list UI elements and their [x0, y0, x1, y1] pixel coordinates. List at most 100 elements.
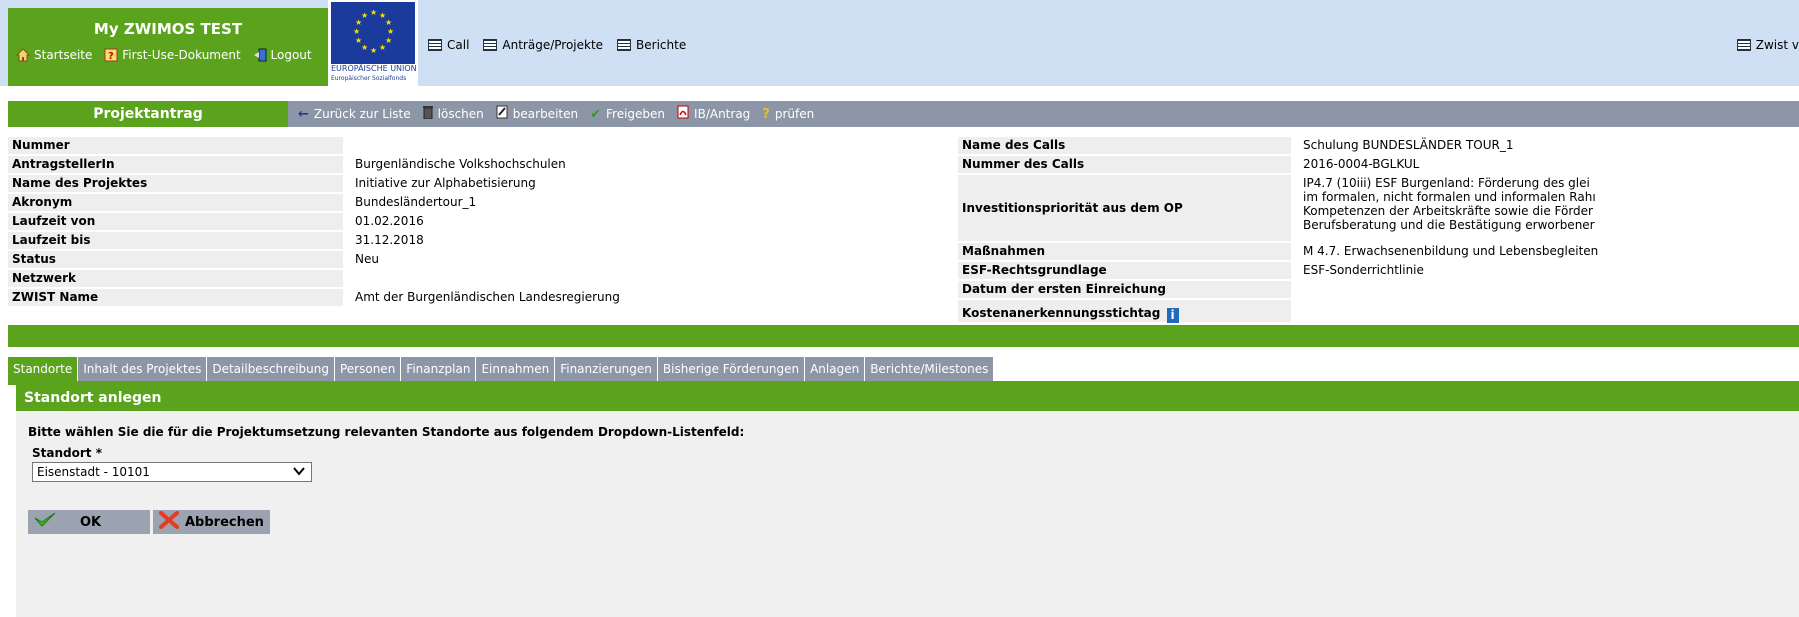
info-label: Nummer: [8, 137, 343, 154]
section-divider: [8, 325, 1799, 347]
check-icon: [34, 512, 56, 533]
invest-label-text: Investitionspriorität aus dem OP: [962, 201, 1183, 215]
svg-text:★: ★: [361, 11, 368, 20]
datum-value: [1303, 281, 1799, 298]
info-label: Netzwerk: [8, 270, 343, 287]
svg-text:★: ★: [353, 27, 360, 36]
svg-text:★: ★: [379, 43, 386, 52]
tab-standorte[interactable]: Standorte: [8, 357, 79, 381]
check-icon: ✔: [590, 106, 602, 122]
check-label: prüfen: [774, 107, 815, 121]
kosten-label-text: Kostenanerkennungsstichtag: [962, 306, 1161, 320]
info-label: ZWIST Name: [8, 289, 343, 306]
release-label: Freigeben: [606, 107, 666, 121]
pdf-icon: [677, 105, 689, 123]
invest-line: Kompetenzen der Arbeitskräfte sowie die …: [1303, 204, 1593, 218]
svg-text:★: ★: [387, 27, 394, 36]
tab-finanzplan[interactable]: Finanzplan: [401, 357, 477, 381]
nav-call[interactable]: Call: [428, 38, 469, 52]
back-to-list-button[interactable]: ← Zurück zur Liste: [298, 107, 411, 122]
page-title: Projektantrag: [8, 101, 288, 127]
nav-call-label: Call: [447, 38, 470, 52]
ok-label: OK: [80, 514, 102, 530]
form-instruction: Bitte wählen Sie die für die Projektumse…: [28, 425, 745, 439]
standort-label: Standort *: [32, 446, 102, 460]
nav-antraege-label: Anträge/Projekte: [502, 38, 604, 52]
release-button[interactable]: ✔ Freigeben: [590, 107, 665, 122]
cancel-label: Abbrechen: [185, 514, 264, 530]
nav-berichte[interactable]: Berichte: [617, 38, 686, 52]
call-number-label: Nummer des Calls: [958, 156, 1291, 173]
info-value: Amt der Burgenländischen Landesregierung: [355, 290, 620, 304]
info-label: Laufzeit von: [8, 213, 343, 230]
trash-icon: [422, 105, 433, 123]
tab-inhalt[interactable]: Inhalt des Projektes: [78, 357, 208, 381]
eu-union-label: EUROPÄISCHE UNION: [331, 64, 417, 73]
datum-label: Datum der ersten Einreichung: [958, 281, 1291, 298]
info-label: Akronym: [8, 194, 343, 211]
logout-link[interactable]: Logout: [253, 48, 312, 62]
info-label: Laufzeit bis: [8, 232, 343, 249]
delete-button[interactable]: löschen: [422, 105, 484, 123]
list-icon: [428, 39, 442, 51]
pdf-label: IB/Antrag: [694, 107, 751, 121]
chevron-down-icon: [293, 464, 305, 482]
standort-select[interactable]: Eisenstadt - 10101: [32, 462, 312, 482]
edit-label: bearbeiten: [512, 107, 579, 121]
form-title: Standort anlegen: [16, 385, 1799, 411]
tab-anlagen[interactable]: Anlagen: [805, 357, 866, 381]
call-name-value: Schulung BUNDESLÄNDER TOUR_1: [1303, 138, 1514, 152]
tab-bisherige-foerderungen[interactable]: Bisherige Förderungen: [657, 357, 806, 381]
list-icon: [483, 39, 498, 51]
esf-label: ESF-Rechtsgrundlage: [958, 262, 1291, 279]
nav-zwist[interactable]: Zwist v: [1736, 38, 1799, 52]
standort-selected-value: Eisenstadt - 10101: [37, 465, 150, 479]
required-marker: *: [95, 446, 102, 460]
help-icon: ?: [104, 48, 118, 62]
home-link[interactable]: Startseite: [15, 48, 92, 62]
top-header: My ZWIMOS TEST Startseite ? First-Use-Do…: [0, 0, 1799, 86]
close-icon: [159, 510, 179, 534]
delete-label: löschen: [437, 107, 484, 121]
check-button[interactable]: ? prüfen: [762, 107, 814, 122]
info-label: AntragstellerIn: [8, 156, 343, 173]
cancel-button[interactable]: Abbrechen: [153, 510, 270, 534]
tab-bar: Standorte Inhalt des Projektes Detailbes…: [8, 357, 995, 381]
tab-berichte-milestones[interactable]: Berichte/Milestones: [865, 357, 995, 381]
svg-text:★: ★: [370, 8, 377, 17]
nav-antraege[interactable]: Anträge/Projekte: [483, 38, 603, 52]
info-value: Neu: [355, 252, 379, 266]
logout-link-label: Logout: [270, 48, 312, 62]
info-label: Name des Projektes: [8, 175, 343, 192]
nav-berichte-label: Berichte: [636, 38, 687, 52]
invest-line: IP4.7 (10iii) ESF Burgenland: Förderung …: [1303, 176, 1590, 190]
ok-button[interactable]: OK: [28, 510, 150, 534]
top-nav: Call Anträge/Projekte Berichte: [428, 38, 686, 52]
invest-value: IP4.7 (10iii) ESF Burgenland: Förderung …: [1303, 176, 1799, 242]
info-icon[interactable]: i: [1166, 308, 1179, 323]
esf-label: Europäischer Sozialfonds: [331, 75, 407, 82]
first-use-link[interactable]: ? First-Use-Dokument: [104, 48, 241, 62]
eu-logo: ★ ★ ★ ★ ★ ★ ★ ★ ★ ★ ★ ★ EUROPÄISCHE UNION Europä…: [328, 0, 418, 86]
invest-label: Investitionspriorität aus dem OP: [958, 175, 1291, 241]
tab-personen[interactable]: Personen: [334, 357, 402, 381]
list-icon: [617, 39, 632, 51]
esf-value: ESF-Sonderrichtlinie: [1303, 263, 1424, 277]
info-value: Bundesländertour_1: [355, 195, 477, 209]
info-label: Status: [8, 251, 343, 268]
edit-button[interactable]: bearbeiten: [496, 105, 578, 123]
tab-detailbeschreibung[interactable]: Detailbeschreibung: [207, 357, 335, 381]
massnahmen-label: Maßnahmen: [958, 243, 1291, 260]
call-number-value: 2016-0004-BGLKUL: [1303, 157, 1420, 171]
invest-line: Berufsberatung und die Bestätigung erwor…: [1303, 218, 1595, 232]
svg-text:★: ★: [355, 36, 362, 45]
tab-einnahmen[interactable]: Einnahmen: [476, 357, 556, 381]
tab-finanzierungen[interactable]: Finanzierungen: [555, 357, 658, 381]
pdf-button[interactable]: IB/Antrag: [677, 105, 750, 123]
first-use-link-label: First-Use-Dokument: [122, 48, 241, 62]
action-bar: Projektantrag ← Zurück zur Liste löschen…: [8, 101, 1799, 127]
eu-flag-icon: ★ ★ ★ ★ ★ ★ ★ ★ ★ ★ ★ ★: [331, 2, 415, 64]
nav-zwist-label: Zwist v: [1755, 38, 1799, 52]
action-list: ← Zurück zur Liste löschen bearbeiten ✔ …: [298, 101, 814, 127]
question-icon: ?: [762, 106, 770, 122]
